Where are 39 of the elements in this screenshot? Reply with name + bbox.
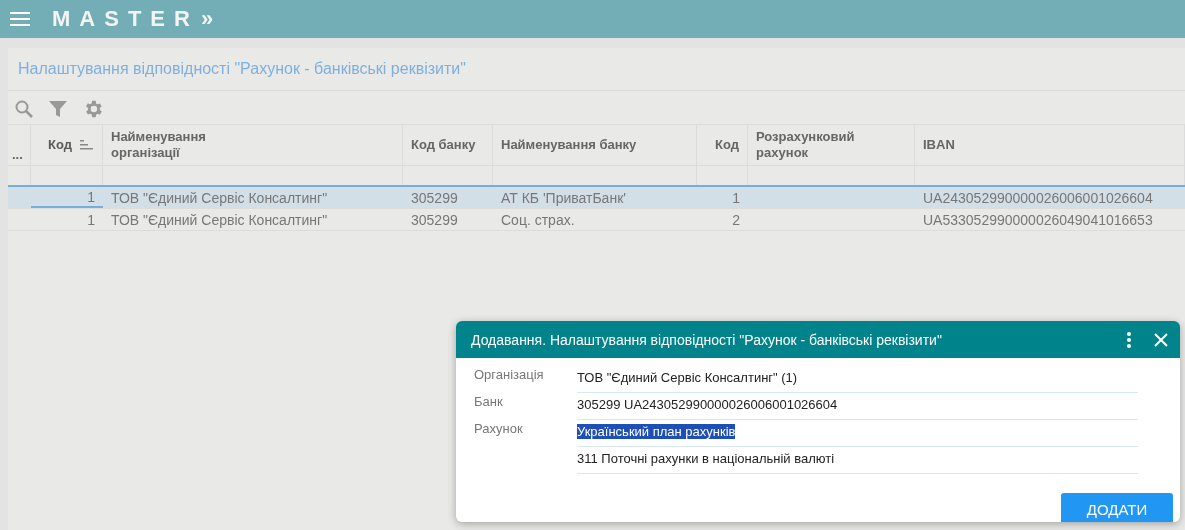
- column-header[interactable]: IBAN: [923, 137, 955, 153]
- table-cell: ТОВ "Єдиний Сервіс Консалтинг": [111, 189, 328, 206]
- search-icon[interactable]: [14, 99, 34, 119]
- input-field[interactable]: ТОВ "Єдиний Сервіс Консалтинг" (1): [577, 366, 1138, 393]
- table-cell: 1: [87, 211, 95, 228]
- field-label: Організація: [474, 367, 544, 382]
- table-cell: 305299: [411, 211, 458, 228]
- column-header[interactable]: Код банку: [411, 137, 476, 153]
- table-cell: ТОВ "Єдиний Сервіс Консалтинг": [111, 211, 328, 228]
- page-title: Налаштування відповідності "Рахунок - банківські реквізити": [8, 48, 1185, 91]
- column-header[interactable]: Розрахунковий рахунок: [756, 129, 896, 161]
- table-cell: UA533052990000026049041016653: [923, 211, 1153, 228]
- table-cell: 1: [732, 189, 740, 206]
- filter-icon[interactable]: [48, 99, 68, 119]
- column-header[interactable]: Код: [715, 137, 739, 153]
- input-field[interactable]: Український план рахунків: [577, 420, 1138, 447]
- sort-icon[interactable]: [80, 139, 94, 151]
- more-icon[interactable]: [1126, 330, 1132, 349]
- field-label: Банк: [474, 394, 503, 409]
- field-label: Рахунок: [474, 421, 523, 436]
- column-header[interactable]: ...: [12, 147, 23, 163]
- table-row[interactable]: 1 ТОВ "Єдиний Сервіс Консалтинг" 305299 Соц. страх. 2 UA533052990000026049041016653: [8, 209, 1185, 231]
- table-cell: 305299: [411, 189, 458, 206]
- menu-icon[interactable]: [10, 12, 30, 26]
- close-icon[interactable]: [1154, 332, 1168, 347]
- table-cell: 1: [87, 188, 95, 205]
- table-row[interactable]: 1 ТОВ "Єдиний Сервіс Консалтинг" 305299 АТ КБ 'ПриватБанк' 1 UA243052990000026006001026604: [8, 187, 1185, 209]
- add-button[interactable]: ДОДАТИ: [1061, 493, 1173, 522]
- table-cell: 2: [732, 211, 740, 228]
- input-field[interactable]: 305299 UA243052990000026006001026604: [577, 393, 1138, 420]
- app-logo: MASTER: [52, 6, 199, 32]
- column-header[interactable]: Код: [48, 137, 72, 153]
- column-header[interactable]: Найменування організації: [111, 129, 251, 161]
- input-field[interactable]: 311 Поточні рахунки в національній валюті: [577, 447, 1138, 474]
- column-header[interactable]: Найменування банку: [501, 137, 637, 153]
- dialog-title: Додавання. Налаштування відповідності "Рахунок - банківські реквізити": [471, 331, 943, 348]
- table-cell: Соц. страх.: [501, 211, 575, 228]
- table-cell: UA243052990000026006001026604: [923, 189, 1153, 206]
- table-cell: АТ КБ 'ПриватБанк': [501, 189, 626, 206]
